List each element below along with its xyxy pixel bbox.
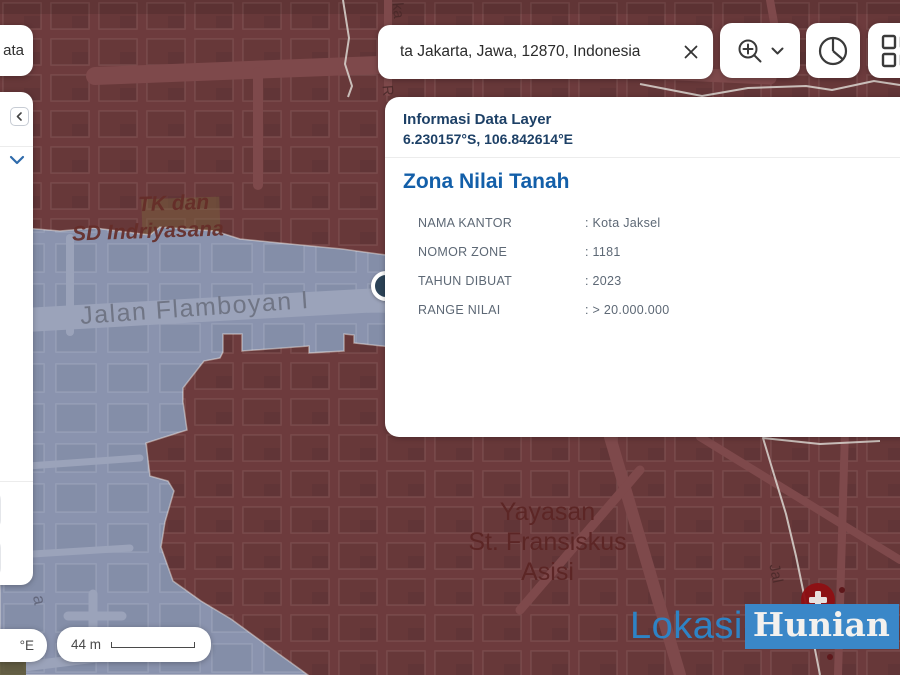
chart-tools-button[interactable] [806,23,860,78]
sidebar-divider [0,146,33,147]
field-label: TAHUN DIBUAT [418,274,513,288]
sidebar-basemap-button-2[interactable] [0,538,1,578]
cursor-coordinate-fragment: °E [19,638,34,653]
field-value: : 1181 [585,245,621,259]
map-scale-chip: 44 m [57,627,211,662]
info-panel-title: Informasi Data Layer [403,111,552,128]
pie-chart-icon [818,36,848,65]
scale-distance-label: 44 m [71,637,102,652]
field-row-nama-kantor: NAMA KANTOR : Kota Jaksel [418,216,897,230]
sidebar-divider [0,481,33,482]
field-value: : 2023 [585,274,622,288]
data-chip[interactable]: ata [0,25,33,76]
field-row-range-nilai: RANGE NILAI : > 20.000.000 [418,303,897,317]
zone-section-title: Zona Nilai Tanah [403,170,570,193]
field-row-tahun-dibuat: TAHUN DIBUAT : 2023 [418,274,897,288]
field-label: RANGE NILAI [418,303,501,317]
field-value: : > 20.000.000 [585,303,670,317]
field-row-nomor-zone: NOMOR ZONE : 1181 [418,245,897,259]
scale-bar [111,641,196,648]
layer-info-panel: Informasi Data Layer 6.230157°S, 106.842… [385,97,900,437]
zoom-in-icon [738,39,761,62]
cursor-coordinate-chip: °E [0,629,47,662]
field-label: NAMA KANTOR [418,216,513,230]
info-panel-coordinates: 6.230157°S, 106.842614°E [403,131,574,147]
clear-search-icon[interactable] [683,44,699,60]
search-input[interactable] [400,43,683,61]
sidebar-basemap-button-1[interactable]: GL [0,490,1,530]
field-label: NOMOR ZONE [418,245,508,259]
hospital-marker [801,583,835,617]
grid-icon [881,34,900,67]
chevron-down-icon [771,47,783,54]
layers-grid-button[interactable] [868,23,900,78]
chevron-down-icon[interactable] [9,154,25,166]
data-chip-label: ata [3,42,24,59]
app-window: TK dan SD Indriyasana Jalan Flamboyan I … [0,0,900,675]
layer-sidebar: GL [0,92,33,585]
field-value: : Kota Jaksel [585,216,661,230]
zoom-tools-button[interactable] [720,23,800,78]
search-bar [378,25,713,79]
sidebar-collapse-button[interactable] [10,107,29,126]
chevron-left-icon [16,112,22,121]
